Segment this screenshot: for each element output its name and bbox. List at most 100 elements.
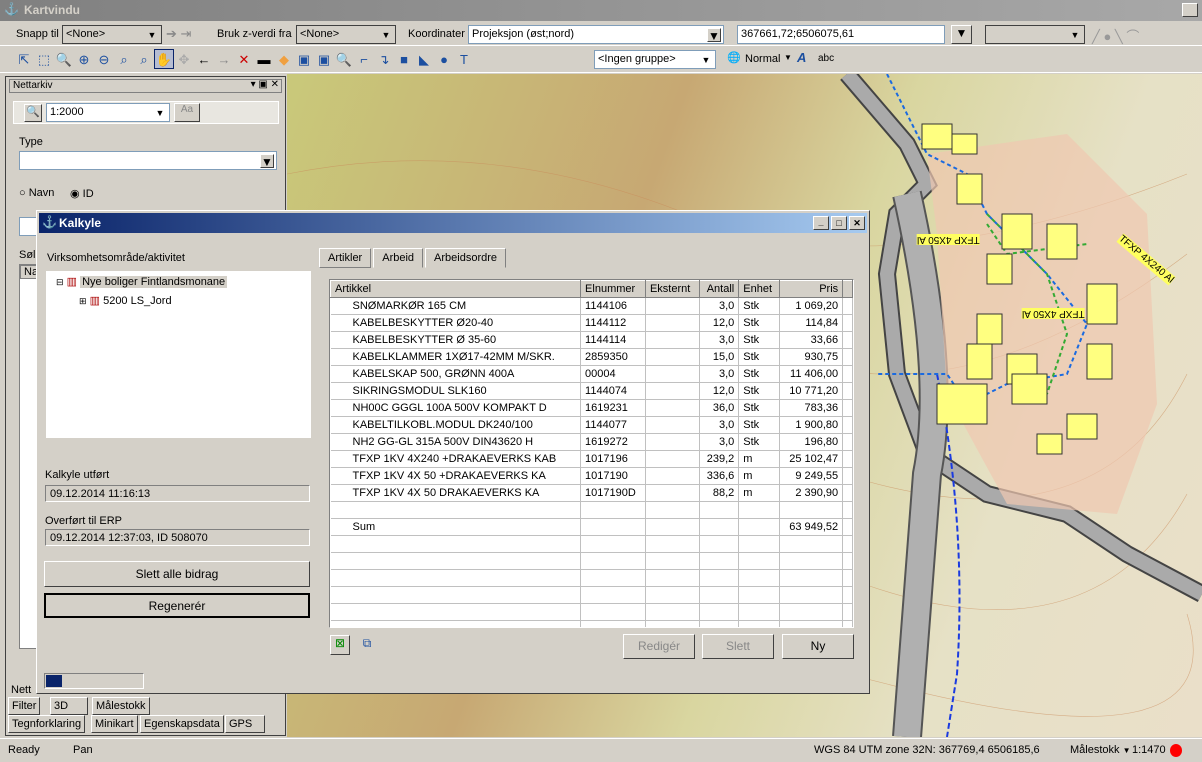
- table-row[interactable]: TFXP 1KV 4X 50 DRAKAEVERKS KA 1017190D 88,…: [330, 484, 853, 502]
- table-cell: Stk: [738, 314, 781, 332]
- articles-table[interactable]: Artikkel Elnummer Eksternt Antall Enhet Pris …: [329, 279, 854, 628]
- group-select[interactable]: <Ingen gruppe> ▼: [594, 50, 716, 69]
- style-dropdown-icon[interactable]: ▼: [784, 53, 792, 62]
- zoom-in-icon[interactable]: ⊕: [74, 50, 94, 70]
- tab-filter[interactable]: Filter: [8, 697, 41, 715]
- pan-hand-icon[interactable]: ✋: [154, 49, 174, 69]
- globe-icon[interactable]: 🌐: [727, 51, 741, 64]
- table-cell: [580, 569, 646, 587]
- table-row[interactable]: NH00C GGGL 100A 500V KOMPAKT D 1619231 36,…: [330, 399, 853, 417]
- spellcheck-icon[interactable]: abc: [818, 53, 834, 64]
- table-row[interactable]: TFXP 1KV 4X240 +DRAKAEVERKS KAB 1017196 23…: [330, 450, 853, 468]
- type-select[interactable]: ▼: [19, 151, 277, 170]
- table-cell: [738, 620, 781, 627]
- rectangle-icon[interactable]: ■: [394, 50, 414, 70]
- radio-navn[interactable]: ○ Navn: [19, 187, 54, 199]
- table-row[interactable]: TFXP 1KV 4X 50 +DRAKAEVERKS KA 1017190 336…: [330, 467, 853, 485]
- tab-egenskapsdata[interactable]: Egenskapsdata: [140, 715, 224, 733]
- column-header[interactable]: Artikkel: [330, 280, 582, 298]
- table-cell: [699, 603, 740, 621]
- table-cell: [580, 586, 646, 604]
- tab-malestokk[interactable]: Målestokk: [92, 697, 150, 715]
- table-cell: Stk: [738, 433, 781, 451]
- draw-tools-icon[interactable]: ╱ ● ╲ ⌒: [1092, 26, 1139, 45]
- column-header[interactable]: Pris: [779, 280, 844, 298]
- table-row[interactable]: KABELSKAP 500, GRØNN 400A 00004 3,0 Stk 11 4…: [330, 365, 853, 383]
- tab-artikler[interactable]: Artikler: [319, 248, 372, 268]
- print-preview-icon[interactable]: ▣: [314, 50, 334, 70]
- table-row[interactable]: KABELBESKYTTER Ø20-40 1144112 12,0 Stk 114,8…: [330, 314, 853, 332]
- table-cell: KABELSKAP 500, GRØNN 400A: [330, 365, 582, 383]
- style-select[interactable]: Normal: [745, 53, 780, 65]
- tab-gps[interactable]: GPS: [225, 715, 265, 733]
- column-header[interactable]: Antall: [698, 280, 740, 298]
- map-label: TFXP 4X50 Al: [917, 234, 980, 245]
- polygon-icon[interactable]: ◣: [414, 50, 434, 70]
- tree-node[interactable]: ⊟ ▥ Nye boliger Fintlandsmonane: [56, 275, 228, 288]
- clear-icon[interactable]: ✕: [234, 50, 254, 70]
- move-icon[interactable]: ✥: [174, 50, 194, 70]
- minimize-button[interactable]: _: [813, 216, 829, 230]
- tab-tegnforklaring[interactable]: Tegnforklaring: [8, 715, 86, 733]
- coord-system-select[interactable]: Projeksjon (øst;nord) ▼: [468, 25, 724, 44]
- text-icon[interactable]: T: [454, 50, 474, 70]
- search-icon[interactable]: 🔍: [24, 104, 42, 122]
- excel-export-icon[interactable]: ⊠: [330, 635, 350, 655]
- new-button[interactable]: Ny: [782, 634, 854, 659]
- font-icon[interactable]: A: [797, 50, 806, 65]
- line-icon[interactable]: ⌐: [354, 50, 374, 70]
- table-cell: [842, 433, 853, 451]
- table-cell: [580, 518, 646, 536]
- column-header[interactable]: Enhet: [738, 280, 781, 298]
- edit-button[interactable]: Redigér: [623, 634, 695, 659]
- z-select[interactable]: <None> ▼: [296, 25, 396, 44]
- layer-select[interactable]: ▼: [985, 25, 1085, 44]
- coord-dropdown-button[interactable]: ▼: [951, 25, 972, 44]
- tab-arbeidsordre[interactable]: Arbeidsordre: [425, 248, 507, 268]
- back-arrow-icon[interactable]: ←: [194, 50, 214, 70]
- maximize-button[interactable]: □: [831, 216, 847, 230]
- arrow-down-icon[interactable]: ↴: [374, 50, 394, 70]
- select-icon[interactable]: ⇱: [14, 50, 34, 70]
- zoom-icon[interactable]: ⌕: [134, 50, 154, 70]
- table-cell: 1017190D: [580, 484, 646, 502]
- close-button[interactable]: ✕: [1182, 3, 1198, 17]
- scale-menu[interactable]: Målestokk ▼: [1070, 744, 1131, 756]
- regenerate-button[interactable]: Regenerér: [44, 593, 310, 618]
- column-header[interactable]: Elnummer: [580, 280, 646, 298]
- copy-icon[interactable]: ⧉: [357, 635, 377, 655]
- print-icon[interactable]: ▣: [294, 50, 314, 70]
- zoom-out-icon[interactable]: ⊖: [94, 50, 114, 70]
- table-row[interactable]: KABELKLAMMER 1XØ17-42MM M/SKR. 2859350 15,…: [330, 348, 853, 366]
- tab-minikart[interactable]: Minikart: [91, 715, 138, 733]
- close-button[interactable]: ✕: [849, 216, 865, 230]
- table-row[interactable]: SIKRINGSMODUL SLK160 1144074 12,0 Stk 10 771…: [330, 382, 853, 400]
- forward-arrow-icon[interactable]: →: [214, 50, 234, 70]
- table-row[interactable]: KABELBESKYTTER Ø 35-60 1144114 3,0 Stk 33,66: [330, 331, 853, 349]
- table-row[interactable]: KABELTILKOBL.MODUL DK240/100 1144077 3,0 St…: [330, 416, 853, 434]
- search-tool-icon[interactable]: 🔍: [334, 50, 354, 70]
- delete-button[interactable]: Slett: [702, 634, 774, 659]
- snap-arrow-icon[interactable]: ➔ ⇥: [166, 26, 191, 42]
- table-cell: [779, 552, 844, 570]
- snap-select[interactable]: <None> ▼: [62, 25, 162, 44]
- column-header[interactable]: Eksternt: [644, 280, 700, 298]
- tab-arbeid[interactable]: Arbeid: [373, 248, 424, 268]
- coord-input[interactable]: 367661,72;6506075,61: [737, 25, 945, 44]
- area-icon[interactable]: ◆: [274, 50, 294, 70]
- circle-icon[interactable]: ●: [434, 50, 454, 70]
- label-icon[interactable]: Aa: [174, 103, 200, 122]
- radio-id[interactable]: ◉ ID: [70, 187, 94, 200]
- measure-icon[interactable]: ▬: [254, 50, 274, 70]
- table-cell: [699, 518, 740, 536]
- delete-all-button[interactable]: Slett alle bidrag: [44, 561, 310, 587]
- tree-node[interactable]: ⊞ ▥ 5200 LS_Jord: [79, 294, 172, 307]
- identify-icon[interactable]: 🔍: [54, 50, 74, 70]
- table-row[interactable]: NH2 GG-GL 315A 500V DIN43620 H 1619272 3,0…: [330, 433, 853, 451]
- zoom-box-icon[interactable]: ⌕: [114, 50, 134, 70]
- table-cell: [738, 586, 781, 604]
- table-row[interactable]: SNØMARKØR 165 CM 1144106 3,0 Stk 1 069,20: [330, 297, 853, 315]
- tab-3d[interactable]: 3D: [50, 697, 88, 715]
- select-box-icon[interactable]: ⬚: [34, 50, 54, 70]
- scale-select[interactable]: 1:2000 ▼: [46, 103, 170, 122]
